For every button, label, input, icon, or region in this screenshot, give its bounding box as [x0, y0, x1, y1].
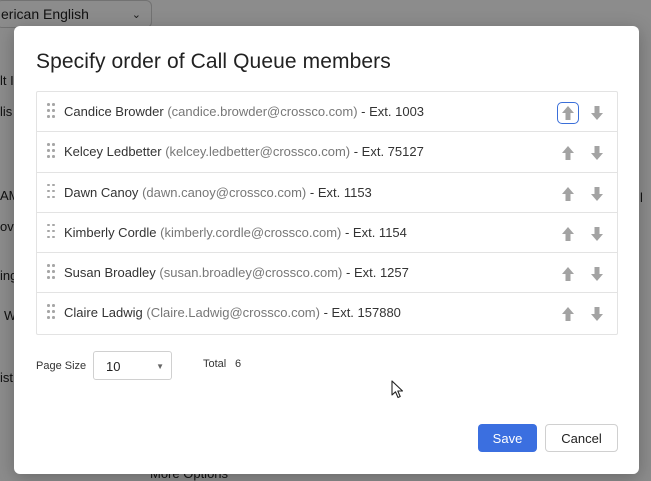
call-queue-order-dialog: Specify order of Call Queue members Cand…	[14, 26, 639, 474]
arrow-up-icon[interactable]	[557, 142, 579, 164]
arrow-down-icon[interactable]	[586, 303, 608, 325]
member-name: Claire Ladwig	[64, 305, 143, 321]
arrow-down-icon[interactable]	[586, 142, 608, 164]
arrow-down-icon[interactable]	[586, 223, 608, 245]
member-row[interactable]: Claire Ladwig (Claire.Ladwig@crossco.com…	[37, 293, 617, 333]
member-label: Kimberly Cordle (kimberly.cordle@crossco…	[64, 225, 407, 240]
page-size-select[interactable]: 10 ▼	[93, 351, 172, 380]
member-row[interactable]: Susan Broadley (susan.broadley@crossco.c…	[37, 253, 617, 294]
member-name: Dawn Canoy	[64, 184, 139, 200]
member-label: Claire Ladwig (Claire.Ladwig@crossco.com…	[64, 305, 401, 320]
member-extension: - Ext. 1154	[341, 224, 407, 240]
arrow-up-icon[interactable]	[557, 263, 579, 285]
member-extension: - Ext. 1153	[306, 184, 372, 200]
member-extension: - Ext. 1003	[357, 104, 425, 119]
caret-down-icon: ▼	[156, 362, 164, 371]
arrow-down-icon[interactable]	[586, 183, 608, 205]
member-label: Candice Browder (candice.browder@crossco…	[64, 104, 424, 119]
member-list: Candice Browder (candice.browder@crossco…	[36, 91, 618, 335]
member-name: Susan Broadley	[64, 265, 156, 281]
save-button[interactable]: Save	[478, 424, 537, 452]
member-row[interactable]: Kimberly Cordle (kimberly.cordle@crossco…	[37, 213, 617, 254]
member-row[interactable]: Dawn Canoy (dawn.canoy@crossco.com) - Ex…	[37, 173, 617, 213]
drag-handle-icon[interactable]	[47, 182, 57, 202]
page-size-label: Page Size	[36, 360, 87, 372]
arrow-down-icon[interactable]	[586, 102, 608, 124]
drag-handle-icon[interactable]	[47, 101, 57, 121]
member-label: Kelcey Ledbetter (kelcey.ledbetter@cross…	[64, 144, 424, 159]
arrow-up-icon[interactable]	[557, 303, 579, 325]
member-name: Kimberly Cordle	[64, 224, 157, 240]
member-extension: - Ext. 157880	[319, 305, 401, 321]
member-email: (candice.browder@crossco.com)	[167, 104, 358, 119]
drag-handle-icon[interactable]	[47, 262, 57, 282]
member-row[interactable]: Candice Browder (candice.browder@crossco…	[37, 92, 617, 133]
member-row[interactable]: Kelcey Ledbetter (kelcey.ledbetter@cross…	[37, 132, 617, 173]
drag-handle-icon[interactable]	[47, 222, 57, 242]
dialog-title: Specify order of Call Queue members	[36, 50, 391, 73]
member-extension: - Ext. 1257	[342, 265, 409, 281]
member-email: (kelcey.ledbetter@crossco.com)	[165, 144, 351, 160]
member-label: Susan Broadley (susan.broadley@crossco.c…	[64, 265, 409, 280]
member-email: (kimberly.cordle@crossco.com)	[160, 224, 342, 240]
mouse-pointer-icon	[391, 380, 404, 399]
member-label: Dawn Canoy (dawn.canoy@crossco.com) - Ex…	[64, 185, 372, 200]
member-extension: - Ext. 75127	[350, 144, 424, 160]
member-name: Kelcey Ledbetter	[64, 144, 162, 160]
member-name: Candice Browder	[64, 104, 164, 119]
arrow-down-icon[interactable]	[586, 263, 608, 285]
arrow-up-icon[interactable]	[557, 183, 579, 205]
drag-handle-icon[interactable]	[47, 141, 57, 161]
total-label: Total	[203, 358, 227, 370]
member-email: (dawn.canoy@crossco.com)	[142, 184, 307, 200]
page-size-value: 10	[106, 359, 121, 374]
total-count: 6	[235, 358, 242, 370]
cancel-button[interactable]: Cancel	[545, 424, 618, 452]
drag-handle-icon[interactable]	[47, 302, 57, 322]
member-email: (susan.broadley@crossco.com)	[159, 265, 343, 281]
arrow-up-icon[interactable]	[557, 223, 579, 245]
arrow-up-icon[interactable]	[557, 102, 579, 124]
member-email: (Claire.Ladwig@crossco.com)	[146, 305, 320, 321]
